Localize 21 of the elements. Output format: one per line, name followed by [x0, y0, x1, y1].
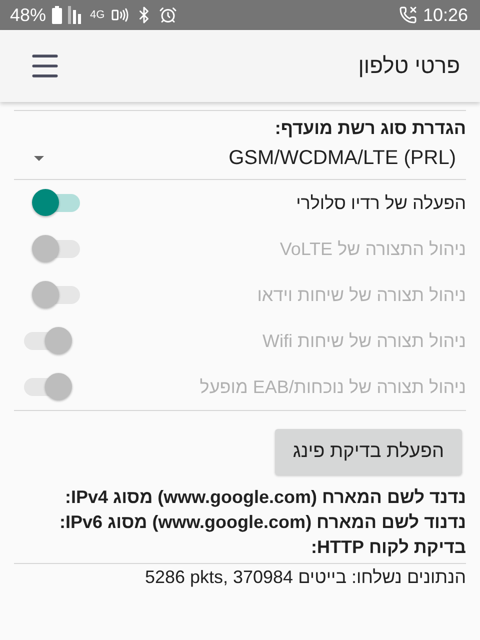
clock: 10:26 [422, 4, 468, 26]
rotate-icon [110, 6, 129, 24]
setting-label: הפעלה של רדיו סלולרי [296, 192, 466, 214]
ping-result-label: נדנוד לשם המארח (www.google.com) מסוג IPv6: [58, 511, 466, 534]
setting-label: ניהול תצורה של נוכחות/EAB מופעל [200, 376, 466, 398]
ping-result-label: נדנד לשם המארח (www.google.com) מסוג IPv4: [64, 486, 466, 509]
dropdown-arrow-icon [34, 156, 44, 160]
missed-call-icon [398, 6, 417, 24]
setting-label: ניהול תצורה של שיחות וידאו [257, 284, 466, 306]
network-type-label: הגדרת סוג רשת מועדף: [274, 117, 466, 140]
toggle-switch[interactable] [32, 188, 80, 218]
setting-label: ניהול התצורה של VoLTE [280, 238, 466, 260]
alarm-icon [158, 6, 177, 24]
ping-result-label: בדיקת לקוח HTTP: [310, 536, 466, 559]
app-title: פרטי טלפון [358, 53, 460, 79]
setting-label: ניהול תצורה של שיחות Wifi [262, 330, 466, 352]
network-type-dropdown[interactable]: GSM/WCDMA/LTE (PRL) [14, 141, 466, 175]
battery-percent: 48% [10, 4, 46, 26]
battery-icon [52, 6, 62, 24]
network-type: 4G [90, 9, 105, 21]
ping-test-button[interactable]: הפעלת בדיקת פינג [274, 429, 462, 475]
